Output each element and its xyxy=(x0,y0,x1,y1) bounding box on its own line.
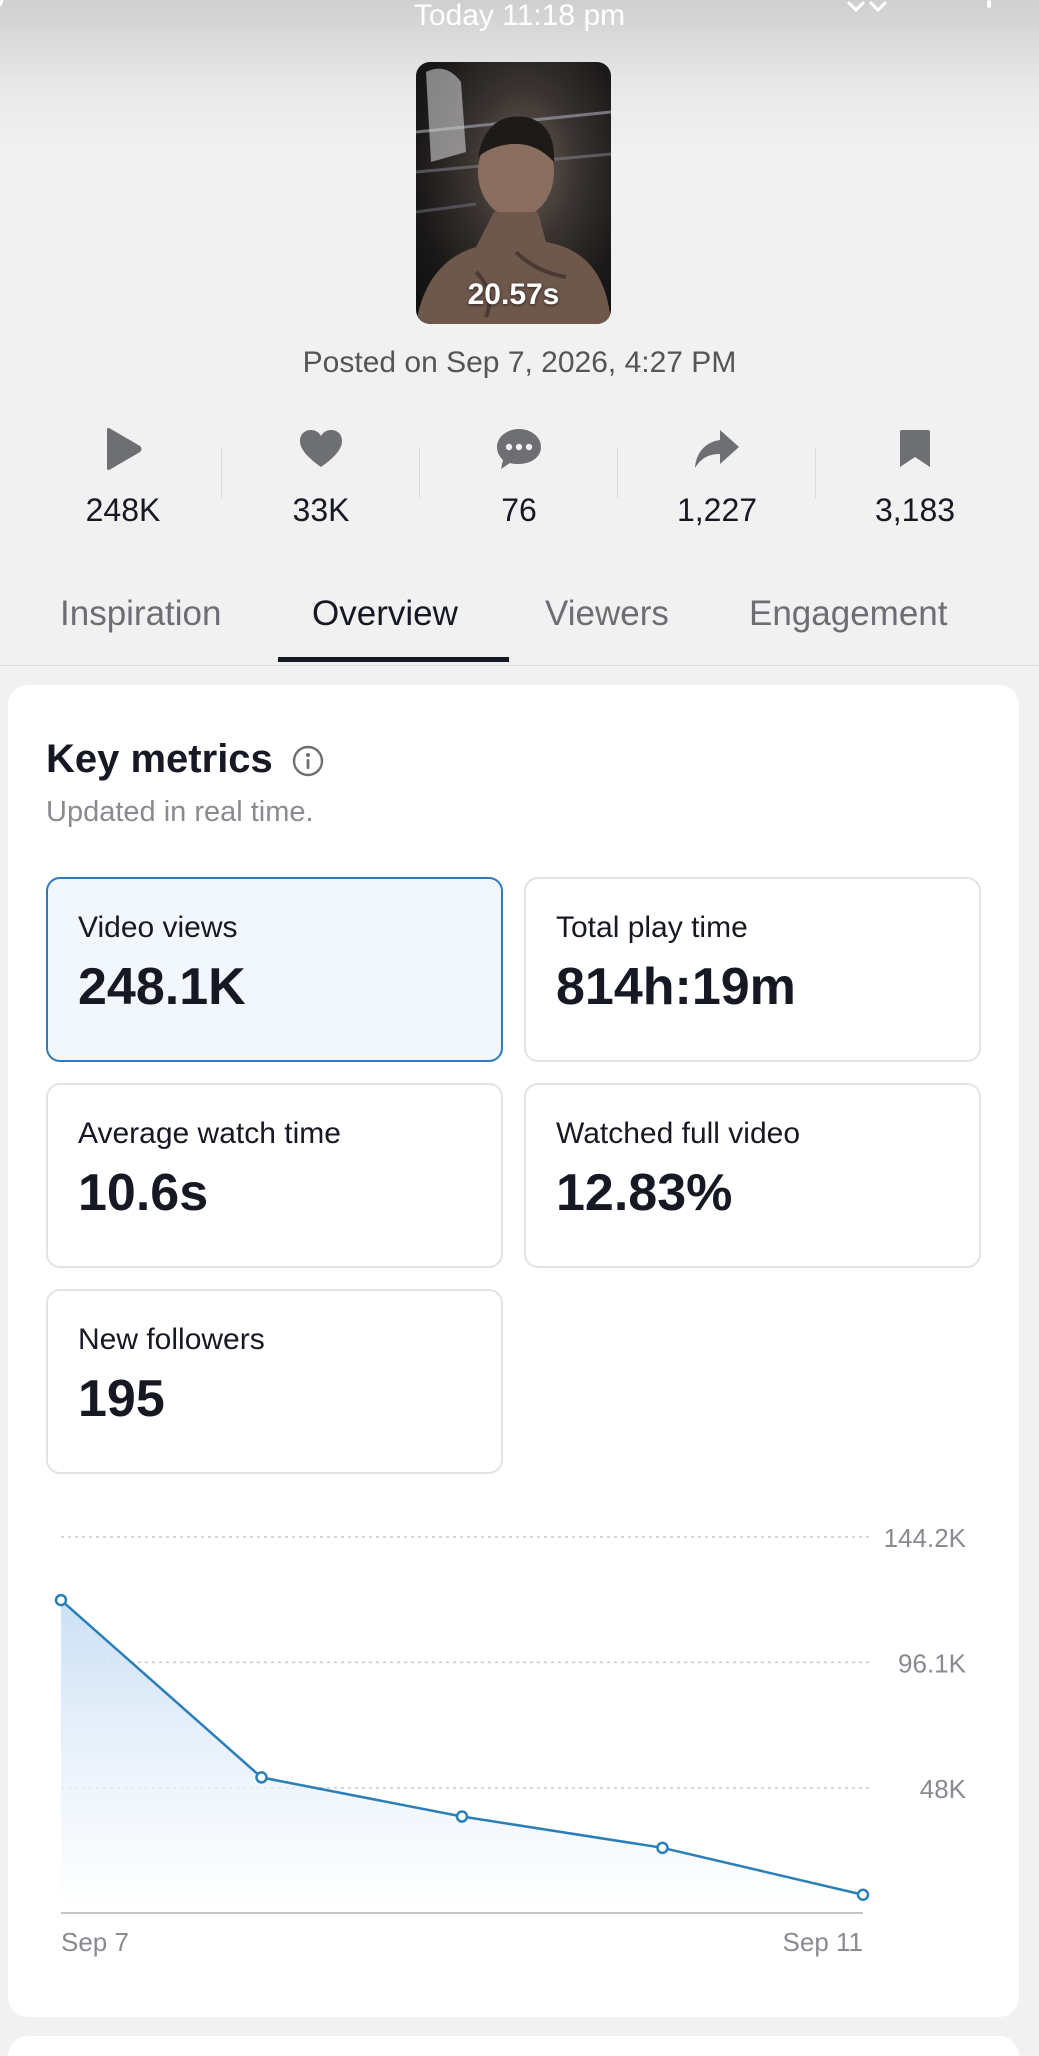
stat-saves: 3,183 xyxy=(816,420,1014,540)
stat-shares: 1,227 xyxy=(618,420,816,540)
data-point xyxy=(455,1810,469,1823)
video-header: Today 11:18 pm 20.57s Posted on Sep 7, 2… xyxy=(0,0,1039,670)
tab-overview[interactable]: Overview xyxy=(312,594,458,664)
comment-icon xyxy=(497,429,541,469)
stat-value: 1,227 xyxy=(676,492,758,528)
play-icon xyxy=(107,428,142,470)
share-icon xyxy=(695,430,739,468)
video-thumbnail[interactable]: 20.57s xyxy=(416,62,611,324)
stat-value: 76 xyxy=(501,492,537,528)
bookmark-icon xyxy=(900,430,930,467)
stat-comments: 76 xyxy=(420,420,618,540)
data-point xyxy=(856,1888,870,1901)
more-icon[interactable] xyxy=(984,0,994,10)
data-point xyxy=(255,1771,268,1784)
video-duration: 20.57s xyxy=(467,278,560,311)
posted-date: Posted on Sep 7, 2026, 4:27 PM xyxy=(302,346,737,379)
x-tick-label: Sep 11 xyxy=(783,1927,863,1957)
data-point xyxy=(54,1593,68,1607)
x-tick-label: Sep 7 xyxy=(61,1927,129,1957)
data-point xyxy=(656,1841,669,1855)
video-views-chart: 48K 96.1K 144.2K Sep 7 Sep 11 xyxy=(54,1523,967,1957)
stat-value: 33K xyxy=(292,492,350,528)
stat-views: 248K xyxy=(24,420,222,540)
tab-inspiration[interactable]: Inspiration xyxy=(60,594,221,664)
stat-value: 3,183 xyxy=(874,492,956,528)
tab-bar: Inspiration Overview Viewers Engagement xyxy=(0,580,1039,666)
back-icon[interactable] xyxy=(0,0,14,8)
tab-viewers[interactable]: Viewers xyxy=(545,594,669,664)
share-arrow-icon[interactable] xyxy=(846,0,896,12)
tab-engagement[interactable]: Engagement xyxy=(749,594,947,664)
chart-area xyxy=(60,1599,864,1913)
heart-icon xyxy=(300,430,342,467)
y-tick-label: 144.2K xyxy=(884,1523,967,1553)
y-tick-label: 48K xyxy=(920,1774,967,1804)
stat-likes: 33K xyxy=(222,420,420,540)
next-card-edge xyxy=(8,2036,1019,2056)
active-tab-indicator xyxy=(278,657,509,662)
stats-row: 248K 33K 76 1,227 3,183 xyxy=(24,420,1014,540)
y-tick-label: 96.1K xyxy=(898,1648,967,1678)
key-metrics-card: Key metrics Updated in real time. Video … xyxy=(8,685,1019,2017)
video-analytics-screen: Today 11:18 pm 20.57s Posted on Sep 7, 2… xyxy=(0,0,1039,2056)
stat-value: 248K xyxy=(85,492,161,528)
